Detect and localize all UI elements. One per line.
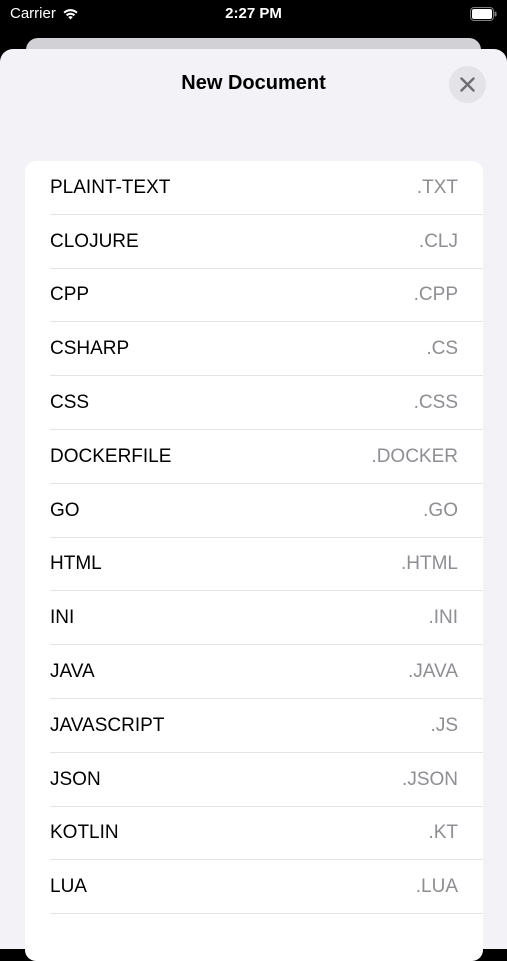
new-document-sheet: New Document PLAINT-TEXT .TXT CLOJURE .C…	[0, 49, 507, 961]
close-icon	[460, 77, 475, 92]
list-item-csharp[interactable]: CSHARP .CS	[25, 322, 483, 376]
file-type-name: INI	[50, 607, 75, 629]
file-type-name: GO	[50, 499, 80, 521]
file-type-extension: .CSS	[413, 392, 458, 414]
list-item-clojure[interactable]: CLOJURE .CLJ	[25, 215, 483, 269]
status-time: 2:27 PM	[225, 5, 282, 22]
list-item-ini[interactable]: INI .INI	[25, 591, 483, 645]
file-type-name: LUA	[50, 876, 87, 898]
list-item-java[interactable]: JAVA .JAVA	[25, 645, 483, 699]
file-type-name: DOCKERFILE	[50, 445, 172, 467]
file-type-extension: .CLJ	[418, 230, 458, 252]
file-type-extension: .TXT	[416, 176, 458, 198]
file-type-extension: .CS	[426, 338, 458, 360]
file-type-name: CSHARP	[50, 338, 130, 360]
file-type-name: CLOJURE	[50, 230, 139, 252]
list-item-lua[interactable]: LUA .LUA	[25, 860, 483, 914]
battery-icon	[470, 7, 497, 21]
file-type-name: KOTLIN	[50, 822, 119, 844]
list-item-json[interactable]: JSON .JSON	[25, 753, 483, 807]
list-item-kotlin[interactable]: KOTLIN .KT	[25, 807, 483, 861]
file-type-extension: .LUA	[415, 876, 458, 898]
list-item-go[interactable]: GO .GO	[25, 484, 483, 538]
list-item-javascript[interactable]: JAVASCRIPT .JS	[25, 699, 483, 753]
file-type-list: PLAINT-TEXT .TXT CLOJURE .CLJ CPP .CPP C…	[25, 161, 483, 961]
list-item-cpp[interactable]: CPP .CPP	[25, 269, 483, 323]
file-type-extension: .GO	[423, 499, 458, 521]
file-type-name: HTML	[50, 553, 102, 575]
file-type-name: PLAINT-TEXT	[50, 176, 171, 198]
sheet-title: New Document	[181, 72, 326, 94]
file-type-extension: .JAVA	[408, 661, 458, 683]
file-type-name: CSS	[50, 392, 90, 414]
file-type-extension: .DOCKER	[371, 445, 458, 467]
file-type-extension: .JS	[430, 714, 458, 736]
file-type-name: CPP	[50, 284, 90, 306]
file-type-extension: .JSON	[402, 768, 458, 790]
list-item-plaint-text[interactable]: PLAINT-TEXT .TXT	[25, 161, 483, 215]
file-type-name: JSON	[50, 768, 101, 790]
list-item-dockerfile[interactable]: DOCKERFILE .DOCKER	[25, 430, 483, 484]
file-type-extension: .INI	[428, 607, 458, 629]
file-type-extension: .KT	[428, 822, 458, 844]
close-button[interactable]	[449, 66, 486, 103]
file-type-extension: .HTML	[401, 553, 458, 575]
file-type-name: JAVASCRIPT	[50, 714, 165, 736]
list-item-css[interactable]: CSS .CSS	[25, 376, 483, 430]
file-type-extension: .CPP	[413, 284, 458, 306]
list-item-html[interactable]: HTML .HTML	[25, 538, 483, 592]
status-bar: Carrier 2:27 PM	[0, 0, 507, 30]
file-type-name: JAVA	[50, 661, 95, 683]
